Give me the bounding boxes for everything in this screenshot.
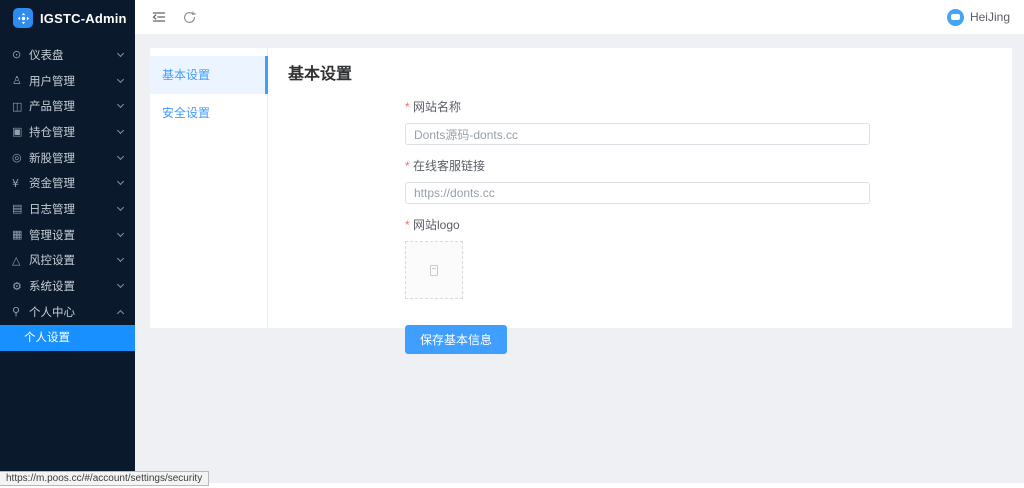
user-avatar [946, 8, 964, 26]
users-icon: ♙ [12, 74, 22, 88]
products-icon: ◫ [12, 99, 23, 113]
username: HeiJing [969, 10, 1010, 24]
site-name-label: 网站名称 [405, 98, 870, 115]
settings-card: 基本设置 安全设置 基本设置 网站名称 在线客服链接 网站logo 保存基本信息 [150, 48, 1012, 354]
sidebar-nav: ⊙ 仪表盘 ♙ 用户管理 ◫ 产品管理 ▣ 持仓管理 ◎ 新股管理 ¥ 资金管理 [0, 42, 135, 351]
field-site-name: 网站名称 [405, 98, 870, 145]
field-site-logo: 网站logo [405, 216, 870, 299]
save-basic-info-button[interactable]: 保存基本信息 [405, 325, 508, 354]
app-logo-row: IGSTC-Admin [0, 0, 135, 34]
sidebar-item-system-settings[interactable]: ⚙ 系统设置 [0, 273, 135, 299]
sidebar-item-dashboard[interactable]: ⊙ 仪表盘 [0, 42, 135, 68]
user-menu[interactable]: HeiJing [946, 8, 1010, 26]
ipo-icon: ◎ [12, 151, 22, 165]
page-title: 基本设置 [288, 66, 353, 83]
sidebar-item-products[interactable]: ◫ 产品管理 [0, 93, 135, 119]
app-title: IGSTC-Admin [40, 10, 127, 26]
settings-content: 基本设置 网站名称 在线客服链接 网站logo 保存基本信息 [268, 48, 1012, 354]
chevron-down-icon [116, 152, 125, 160]
sidebar-item-ipo[interactable]: ◎ 新股管理 [0, 145, 135, 171]
broken-image-icon [430, 264, 438, 276]
site-logo-label: 网站logo [405, 216, 870, 233]
topbar: HeiJing [135, 0, 1024, 35]
field-support-link: 在线客服链接 [405, 157, 870, 204]
chevron-up-icon [116, 309, 125, 317]
settings-nav: 基本设置 安全设置 [150, 48, 268, 328]
chevron-down-icon [116, 280, 125, 289]
admin-settings-icon: ▦ [12, 228, 23, 242]
app-logo-icon [13, 8, 33, 28]
sidebar-item-users[interactable]: ♙ 用户管理 [0, 68, 135, 94]
refresh-icon[interactable] [179, 7, 199, 27]
sidebar-item-risk[interactable]: △ 风控设置 [0, 248, 135, 274]
risk-icon: △ [12, 253, 21, 267]
sidebar-item-funds[interactable]: ¥ 资金管理 [0, 170, 135, 196]
dashboard-icon: ⊙ [12, 48, 22, 62]
chevron-down-icon [116, 255, 125, 263]
chevron-down-icon [116, 178, 125, 186]
system-settings-icon: ⚙ [12, 279, 22, 293]
chevron-down-icon [116, 101, 125, 109]
status-bar-link-preview: https://m.poos.cc/#/account/settings/sec… [0, 471, 210, 486]
support-link-label: 在线客服链接 [405, 157, 870, 174]
chevron-down-icon [116, 75, 125, 83]
sidebar-item-logs[interactable]: ▤ 日志管理 [0, 196, 135, 222]
chevron-down-icon [116, 126, 125, 134]
sidebar: IGSTC-Admin ⊙ 仪表盘 ♙ 用户管理 ◫ 产品管理 ▣ 持仓管理 ◎… [0, 0, 135, 476]
logs-icon: ▤ [12, 202, 23, 216]
chevron-down-icon [116, 49, 125, 57]
logo-upload-box[interactable] [405, 241, 463, 299]
support-link-input[interactable] [405, 182, 870, 204]
profile-icon: ⚲ [12, 305, 21, 319]
chevron-down-icon [116, 229, 125, 237]
tab-basic-settings[interactable]: 基本设置 [150, 56, 268, 94]
collapse-menu-icon[interactable] [149, 7, 169, 27]
positions-icon: ▣ [12, 125, 23, 139]
basic-settings-form: 网站名称 在线客服链接 网站logo 保存基本信息 [405, 98, 870, 354]
sidebar-item-admin-settings[interactable]: ▦ 管理设置 [0, 222, 135, 248]
funds-icon: ¥ [12, 176, 19, 190]
sidebar-item-positions[interactable]: ▣ 持仓管理 [0, 119, 135, 145]
chevron-down-icon [116, 203, 125, 212]
sidebar-subitem-personal-settings[interactable]: 个人设置 [0, 324, 135, 351]
site-name-input[interactable] [405, 123, 870, 145]
tab-security-settings[interactable]: 安全设置 [150, 94, 267, 132]
sidebar-item-profile[interactable]: ⚲ 个人中心 [0, 299, 135, 325]
